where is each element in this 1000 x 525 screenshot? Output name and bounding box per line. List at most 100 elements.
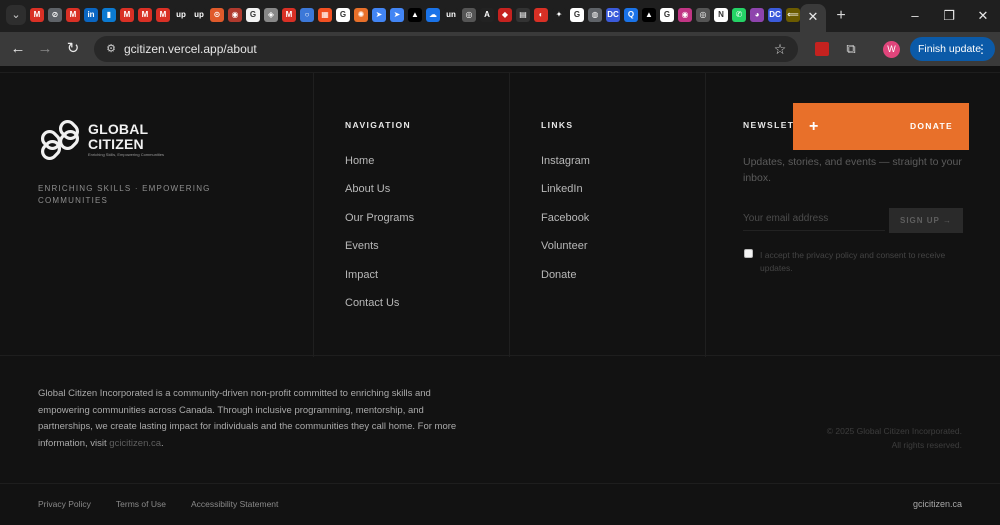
- sign-up-button[interactable]: SIGN UP →: [889, 208, 963, 233]
- minimize-button[interactable]: –: [898, 0, 932, 32]
- footer-top-row: GLOBAL CITIZEN Enriching Skills, Empower…: [0, 72, 1000, 357]
- tab-favicon[interactable]: Q: [624, 8, 638, 22]
- tab-favicon[interactable]: ⟸: [786, 8, 800, 22]
- global-citizen-logo[interactable]: GLOBAL CITIZEN Enriching Skills, Empower…: [38, 119, 164, 163]
- newsletter-email-input[interactable]: [743, 207, 885, 231]
- finish-update-button[interactable]: Finish update ⋮: [910, 37, 995, 61]
- tab-favicon[interactable]: G: [660, 8, 674, 22]
- tab-favicon[interactable]: ◉: [228, 8, 242, 22]
- tab-favicon[interactable]: DC: [606, 8, 620, 22]
- forward-arrow-icon[interactable]: →: [35, 39, 55, 59]
- extension-icon[interactable]: [815, 42, 829, 56]
- new-tab-button[interactable]: +: [832, 6, 850, 26]
- nav-link-contact-us[interactable]: Contact Us: [345, 296, 414, 324]
- tab-favicon[interactable]: N: [714, 8, 728, 22]
- footer-link-facebook[interactable]: Facebook: [541, 211, 590, 239]
- tab-search-icon[interactable]: ⌄: [6, 5, 26, 25]
- navigation-list: Home About Us Our Programs Events Impact Cont…: [345, 154, 414, 324]
- consent-checkbox[interactable]: [744, 249, 753, 258]
- tab-favicon[interactable]: M: [120, 8, 134, 22]
- tab-favicon[interactable]: G: [246, 8, 260, 22]
- reload-icon[interactable]: ↻: [63, 39, 83, 59]
- profile-avatar[interactable]: W: [883, 41, 900, 58]
- tab-favicon[interactable]: un: [444, 8, 458, 22]
- tab-favicon[interactable]: up: [174, 8, 188, 22]
- tab-favicon[interactable]: ○: [300, 8, 314, 22]
- footer-link-donate[interactable]: Donate: [541, 268, 590, 296]
- tab-strip: ⌄ M ⊘ Min ▮ M M Mup up ⊙ ◉ G ◈ M ○ ▦ G ✺ ➤ ➤ ▲ ☁ un ◎ A ◆ ▤ ◐ ✦ G ◍ DC…: [0, 0, 1000, 32]
- active-tab-close-icon[interactable]: ✕: [800, 4, 826, 32]
- about-website-link[interactable]: gcicitizen.ca: [109, 438, 161, 449]
- terms-of-use-link[interactable]: Terms of Use: [116, 499, 166, 509]
- nav-link-events[interactable]: Events: [345, 239, 414, 267]
- tab-favicon[interactable]: ◉: [678, 8, 692, 22]
- tab-favicon[interactable]: ◕: [750, 8, 764, 22]
- logo-line-1: GLOBAL: [88, 121, 149, 137]
- donate-button[interactable]: + DONATE: [793, 103, 969, 150]
- tab-favicon[interactable]: M: [156, 8, 170, 22]
- tab-favicon[interactable]: ⊙: [210, 8, 224, 22]
- tab-favicon[interactable]: DC: [768, 8, 782, 22]
- pinned-tabs: M ⊘ Min ▮ M M Mup up ⊙ ◉ G ◈ M ○ ▦ G ✺ ➤ ➤ ▲ ☁ un ◎ A ◆ ▤ ◐ ✦ G ◍ DC Q ▲…: [30, 8, 800, 24]
- donate-label: DONATE: [909, 121, 953, 131]
- tab-favicon[interactable]: ☁: [426, 8, 440, 22]
- newsletter-description: Updates, stories, and events — straight …: [743, 156, 962, 184]
- restore-button[interactable]: ❐: [932, 0, 966, 32]
- footer-link-instagram[interactable]: Instagram: [541, 154, 590, 182]
- tab-favicon[interactable]: ✦: [552, 8, 566, 22]
- tab-favicon[interactable]: M: [138, 8, 152, 22]
- links-list: Instagram LinkedIn Facebook Volunteer Donate: [541, 154, 590, 296]
- tab-favicon[interactable]: ◎: [462, 8, 476, 22]
- bookmark-star-icon[interactable]: ☆: [770, 39, 790, 59]
- nav-link-impact[interactable]: Impact: [345, 268, 414, 296]
- footer-link-linkedin[interactable]: LinkedIn: [541, 182, 590, 210]
- tab-favicon[interactable]: ◆: [498, 8, 512, 22]
- tab-favicon[interactable]: in: [84, 8, 98, 22]
- tab-favicon[interactable]: ◈: [264, 8, 278, 22]
- privacy-policy-link[interactable]: Privacy Policy: [38, 499, 91, 509]
- rights-line: All rights reserved.: [891, 439, 962, 450]
- tab-favicon[interactable]: up: [192, 8, 206, 22]
- tab-favicon[interactable]: ✺: [354, 8, 368, 22]
- footer-tagline: ENRICHING SKILLS · EMPOWERING COMMUNITIE…: [38, 184, 211, 205]
- nav-link-our-programs[interactable]: Our Programs: [345, 211, 414, 239]
- finish-update-label: Finish update: [918, 43, 982, 55]
- back-arrow-icon[interactable]: ←: [8, 39, 28, 59]
- copyright-notice: © 2025 Global Citizen Incorporated. All …: [762, 425, 962, 452]
- logo-line-2: CITIZEN: [88, 136, 144, 152]
- tab-favicon[interactable]: ◎: [696, 8, 710, 22]
- tab-favicon[interactable]: G: [336, 8, 350, 22]
- tab-favicon[interactable]: ▦: [318, 8, 332, 22]
- tab-favicon[interactable]: ◐: [534, 8, 548, 22]
- logo-subtitle: Enriching Skills, Empowering Communities: [88, 152, 165, 157]
- tab-favicon[interactable]: M: [66, 8, 80, 22]
- tab-favicon[interactable]: A: [480, 8, 494, 22]
- tab-favicon[interactable]: ▮: [102, 8, 116, 22]
- about-period: .: [161, 437, 164, 449]
- tab-favicon[interactable]: ◍: [588, 8, 602, 22]
- tab-favicon[interactable]: ▲: [408, 8, 422, 22]
- tab-favicon[interactable]: M: [30, 8, 44, 22]
- extensions-puzzle-icon[interactable]: ⧉: [841, 39, 861, 59]
- site-info-icon[interactable]: ⚙: [102, 40, 120, 58]
- kebab-menu-icon[interactable]: ⋮: [976, 37, 988, 61]
- nav-link-about-us[interactable]: About Us: [345, 182, 414, 210]
- nav-link-home[interactable]: Home: [345, 154, 414, 182]
- url-text[interactable]: gcitizen.vercel.app/about: [124, 36, 257, 62]
- tab-favicon[interactable]: ➤: [372, 8, 386, 22]
- tab-favicon[interactable]: G: [570, 8, 584, 22]
- newsletter-heading: NEWSLET: [743, 120, 795, 130]
- footer-domain[interactable]: gcicitizen.ca: [913, 499, 962, 509]
- tab-favicon[interactable]: ✆: [732, 8, 746, 22]
- footer-link-volunteer[interactable]: Volunteer: [541, 239, 590, 267]
- copyright-line: © 2025 Global Citizen Incorporated.: [826, 426, 962, 436]
- accessibility-statement-link[interactable]: Accessibility Statement: [191, 499, 278, 509]
- tab-favicon[interactable]: ▤: [516, 8, 530, 22]
- close-window-button[interactable]: ✕: [966, 0, 1000, 32]
- tab-favicon[interactable]: ⊘: [48, 8, 62, 22]
- tab-favicon[interactable]: ▲: [642, 8, 656, 22]
- address-bar[interactable]: ⚙ gcitizen.vercel.app/about ☆: [94, 36, 798, 62]
- legal-links: Privacy Policy Terms of Use Accessibilit…: [38, 499, 278, 509]
- tab-favicon[interactable]: ➤: [390, 8, 404, 22]
- tab-favicon[interactable]: M: [282, 8, 296, 22]
